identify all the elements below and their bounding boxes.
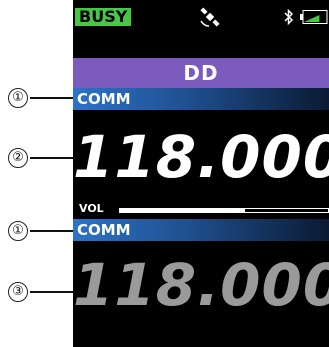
volume-track[interactable] bbox=[119, 208, 329, 213]
battery-icon bbox=[300, 10, 328, 24]
callout-band-label-a: ① bbox=[8, 88, 28, 108]
gps-icon bbox=[200, 7, 220, 27]
callout-frequency-a: ② bbox=[8, 148, 28, 168]
volume-bar[interactable]: VOL bbox=[73, 202, 329, 216]
leader-line bbox=[30, 291, 73, 293]
band-label-a: COMM bbox=[73, 88, 329, 110]
volume-level bbox=[120, 209, 245, 212]
mode-bar: DD bbox=[73, 58, 329, 88]
callout-band-label-b: ① bbox=[8, 221, 28, 241]
frequency-display-b[interactable]: 118.000 bbox=[73, 253, 329, 317]
volume-label: VOL bbox=[79, 202, 104, 215]
callout-frequency-b: ③ bbox=[8, 282, 28, 302]
bluetooth-icon bbox=[284, 8, 294, 26]
status-bar: BUSY bbox=[73, 0, 329, 34]
radio-screen: BUSY DD COMM 118.000 VOL COMM 118.000 bbox=[73, 0, 329, 347]
leader-line bbox=[30, 230, 73, 232]
band-label-b: COMM bbox=[73, 219, 329, 241]
frequency-display-a[interactable]: 118.000 bbox=[73, 125, 329, 189]
leader-line bbox=[30, 157, 73, 159]
leader-line bbox=[30, 97, 73, 99]
busy-indicator: BUSY bbox=[75, 8, 132, 26]
